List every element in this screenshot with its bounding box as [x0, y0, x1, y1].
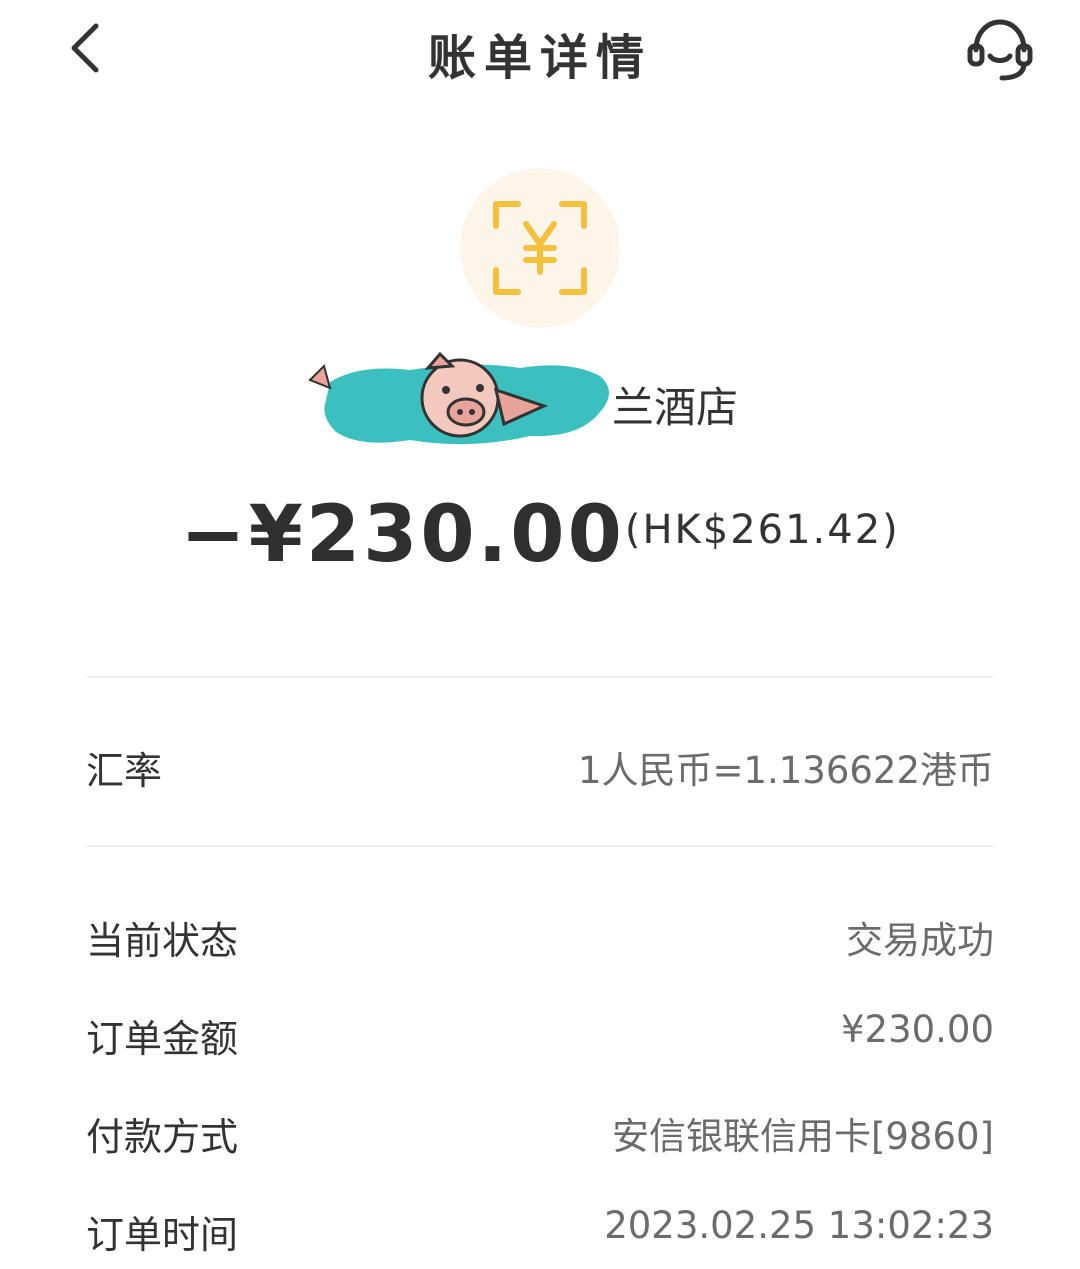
- divider: [86, 676, 994, 678]
- customer-service-button[interactable]: [964, 16, 1036, 84]
- converted-amount: (HK$261.42): [624, 507, 900, 553]
- merchant-name: 兰酒店: [612, 383, 739, 432]
- status-label: 当前状态: [86, 919, 239, 963]
- payment-method-value: 安信银联信用卡[9860]: [611, 1115, 994, 1158]
- merchant-name-row: 兰酒店: [300, 352, 820, 452]
- order-amount-label: 订单金额: [86, 1017, 239, 1061]
- amount-row: −¥230.00(HK$261.42): [0, 490, 1080, 580]
- order-time-label: 订单时间: [86, 1213, 239, 1257]
- transaction-amount: −¥230.00: [180, 490, 625, 580]
- detail-row-payment-method[interactable]: 付款方式 安信银联信用卡[9860]: [86, 1106, 994, 1166]
- headset-icon: [967, 19, 1033, 81]
- page-title: 账单详情: [427, 30, 652, 86]
- order-amount-value: ¥230.00: [840, 1008, 994, 1051]
- exchange-rate-label: 汇率: [86, 749, 163, 793]
- exchange-rate-row: 汇率 1人民币=1.136622港币: [86, 740, 994, 800]
- payment-method-label: 付款方式: [86, 1115, 239, 1159]
- top-bar: 账单详情: [0, 0, 1080, 100]
- redaction-sticker: [308, 352, 609, 445]
- detail-row-order-amount: 订单金额 ¥230.00: [86, 1008, 994, 1068]
- detail-row-status: 当前状态 交易成功: [86, 910, 994, 970]
- exchange-rate-value: 1人民币=1.136622港币: [577, 749, 994, 792]
- order-time-value: 2023.02.25 13:02:23: [604, 1204, 994, 1247]
- status-value: 交易成功: [846, 919, 994, 962]
- detail-row-order-time: 订单时间 2023.02.25 13:02:23: [86, 1204, 994, 1264]
- divider: [86, 845, 994, 847]
- yuan-scan-icon: [493, 201, 587, 295]
- merchant-avatar: [460, 168, 620, 328]
